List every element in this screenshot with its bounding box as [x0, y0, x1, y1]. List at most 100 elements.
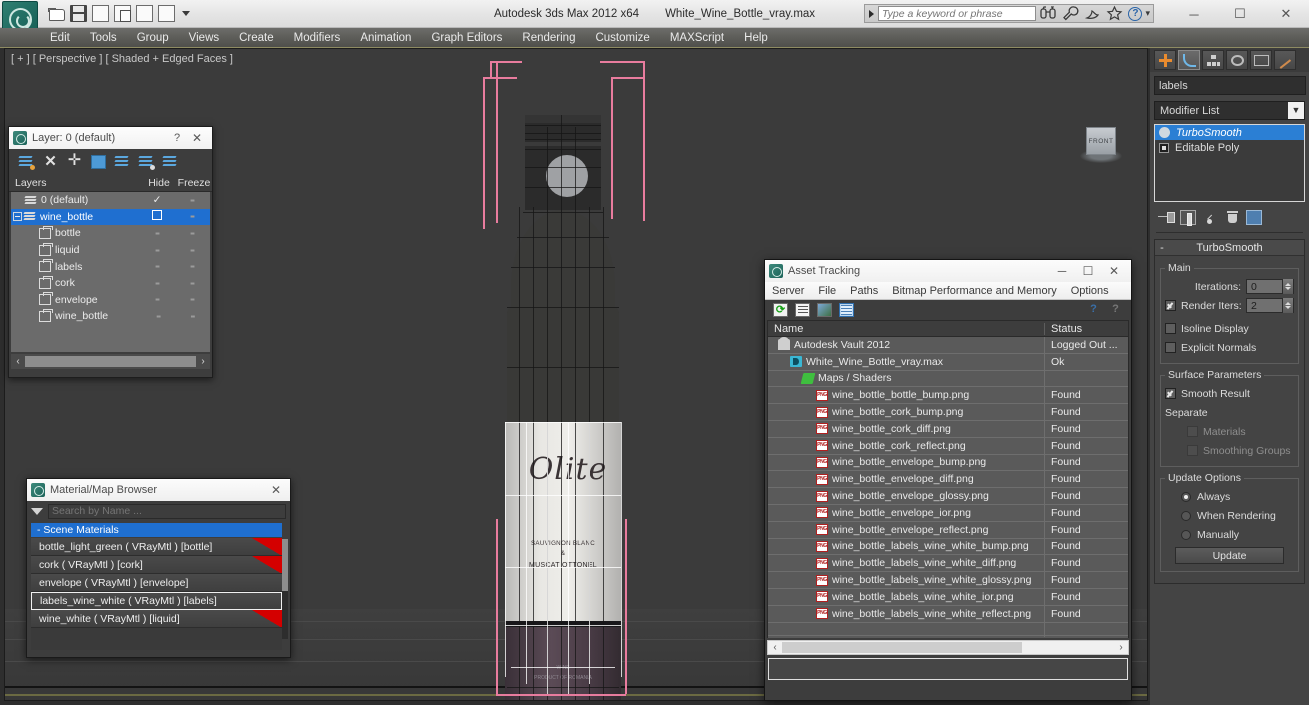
- material-vertical-scrollbar[interactable]: [282, 539, 288, 639]
- show-end-result-icon[interactable]: [1180, 209, 1196, 226]
- rollup-header[interactable]: - TurboSmooth: [1155, 240, 1304, 256]
- motion-tab[interactable]: [1226, 50, 1248, 70]
- menu-item-group[interactable]: Group: [127, 28, 179, 48]
- table-row[interactable]: Maps / Shaders: [768, 370, 1128, 388]
- scroll-left-icon[interactable]: ‹: [768, 642, 782, 653]
- window-controls[interactable]: ─ ☐ ✕: [1171, 0, 1309, 28]
- wrench-icon[interactable]: [1061, 5, 1080, 22]
- scroll-left-icon[interactable]: ‹: [11, 356, 25, 367]
- infocenter-search[interactable]: ? ▾: [864, 4, 1154, 23]
- asset-menu-options[interactable]: Options: [1064, 282, 1116, 300]
- layer-help-button[interactable]: ?: [168, 132, 186, 144]
- expand-collapse-icon[interactable]: [13, 212, 22, 222]
- material-search-input[interactable]: [48, 503, 286, 519]
- menu-item-tools[interactable]: Tools: [80, 28, 127, 48]
- material-list[interactable]: bottle_light_green ( VRayMtl ) [bottle] …: [31, 538, 282, 650]
- layer-freeze-dots[interactable]: ▪▪: [174, 295, 210, 304]
- modifier-stack-toolbar[interactable]: [1150, 206, 1309, 228]
- asset-col-status[interactable]: Status: [1045, 323, 1128, 335]
- rollup-collapse-icon[interactable]: -: [1155, 242, 1169, 254]
- smoothing-groups-row[interactable]: Smoothing Groups: [1165, 442, 1294, 459]
- table-row[interactable]: wine_bottle_envelope_diff.png Found: [768, 470, 1128, 489]
- maximize-button[interactable]: ☐: [1217, 0, 1263, 28]
- table-row[interactable]: wine_bottle_cork_reflect.png Found: [768, 437, 1128, 455]
- sub-object-icon[interactable]: [1159, 142, 1169, 153]
- materials-row[interactable]: Materials: [1165, 423, 1294, 440]
- context-help-icon[interactable]: ?: [1108, 303, 1123, 317]
- update-manually-radio[interactable]: [1181, 529, 1191, 540]
- scene-materials-group-header[interactable]: - Scene Materials: [31, 523, 282, 537]
- menu-item-customize[interactable]: Customize: [585, 28, 659, 48]
- table-row[interactable]: wine_bottle_envelope_ior.png Found: [768, 504, 1128, 522]
- select-highlight-icon[interactable]: [114, 155, 130, 169]
- update-always-row[interactable]: Always: [1165, 488, 1294, 505]
- table-row[interactable]: wine_bottle_labels_wine_white_diff.png F…: [768, 554, 1128, 573]
- material-list-item[interactable]: bottle_light_green ( VRayMtl ) [bottle]: [31, 538, 282, 556]
- select-objects-icon[interactable]: [91, 155, 106, 169]
- bitmap-view-icon[interactable]: [817, 303, 832, 317]
- scroll-thumb[interactable]: [25, 356, 196, 367]
- menu-item-help[interactable]: Help: [734, 28, 778, 48]
- command-panel-tabs[interactable]: [1150, 48, 1309, 72]
- table-row[interactable]: wine_bottle_envelope_bump.png Found: [768, 454, 1128, 472]
- help-icon[interactable]: ?: [1086, 303, 1101, 317]
- menu-item-views[interactable]: Views: [179, 28, 229, 48]
- asset-tracking-title-bar[interactable]: Asset Tracking ─ ☐ ✕: [765, 260, 1131, 282]
- asset-horizontal-scrollbar[interactable]: ‹ ›: [767, 640, 1129, 655]
- scroll-thumb[interactable]: [282, 539, 288, 591]
- turbosmooth-rollup[interactable]: - TurboSmooth Main Iterations: 0 Render …: [1154, 239, 1305, 584]
- help-dropdown-icon[interactable]: ▾: [1145, 8, 1150, 19]
- object-name-row[interactable]: [1150, 72, 1309, 99]
- update-when-rendering-radio[interactable]: [1181, 510, 1191, 521]
- table-row[interactable]: wine_bottle_cork_bump.png Found: [768, 403, 1128, 421]
- material-list-item-selected[interactable]: labels_wine_white ( VRayMtl ) [labels]: [31, 592, 282, 610]
- layer-row[interactable]: liquid ▪▪ ▪▪: [11, 242, 210, 259]
- new-layer-icon[interactable]: [18, 155, 35, 170]
- layer-horizontal-scrollbar[interactable]: ‹ ›: [11, 354, 210, 369]
- make-unique-icon[interactable]: [1202, 210, 1218, 225]
- select-layer-icon[interactable]: [162, 155, 178, 169]
- spinner-arrows-icon[interactable]: [1282, 279, 1293, 294]
- table-row[interactable]: wine_bottle_bottle_bump.png Found: [768, 386, 1128, 405]
- star-icon[interactable]: [1105, 5, 1124, 22]
- table-row[interactable]: wine_bottle_labels_wine_white_ior.png Fo…: [768, 588, 1128, 606]
- material-browser-title-bar[interactable]: Material/Map Browser ✕: [27, 479, 290, 501]
- menu-item-create[interactable]: Create: [229, 28, 284, 48]
- new-file-icon[interactable]: [158, 4, 175, 22]
- layer-hide-dots[interactable]: ▪▪: [140, 279, 174, 288]
- table-row[interactable]: wine_bottle_envelope_reflect.png Found: [768, 521, 1128, 539]
- layer-col-hide[interactable]: Hide: [142, 177, 176, 189]
- material-list-item[interactable]: cork ( VRayMtl ) [cork]: [31, 556, 282, 574]
- chevron-down-icon[interactable]: ▼: [1288, 102, 1304, 119]
- grid-view-icon[interactable]: [839, 303, 854, 317]
- layer-manager-dialog[interactable]: Layer: 0 (default) ? ✕ ✕ ✛ Layers Hide F…: [8, 126, 213, 378]
- render-iters-checkbox[interactable]: [1165, 300, 1176, 311]
- close-button[interactable]: ✕: [1263, 0, 1309, 28]
- update-button[interactable]: Update: [1175, 547, 1284, 564]
- material-list-item[interactable]: wine_white ( VRayMtl ) [liquid]: [31, 610, 282, 628]
- modifier-stack[interactable]: TurboSmooth Editable Poly: [1154, 124, 1305, 202]
- object-name-input[interactable]: [1154, 76, 1306, 95]
- modifier-list-dropdown[interactable]: Modifier List ▼: [1154, 101, 1305, 120]
- light-bulb-icon[interactable]: [1159, 127, 1170, 138]
- smooth-result-row[interactable]: Smooth Result: [1165, 385, 1294, 402]
- menu-item-maxscript[interactable]: MAXScript: [660, 28, 734, 48]
- menu-item-graph-editors[interactable]: Graph Editors: [421, 28, 512, 48]
- smoothing-groups-checkbox[interactable]: [1187, 445, 1198, 456]
- delete-layer-icon[interactable]: ✕: [43, 154, 58, 169]
- qat-dropdown-icon[interactable]: [182, 10, 190, 16]
- view-cube-face[interactable]: FRONT: [1086, 127, 1116, 155]
- smooth-result-checkbox[interactable]: [1165, 388, 1176, 399]
- render-iters-spinner[interactable]: 2: [1246, 298, 1294, 313]
- table-row[interactable]: White_Wine_Bottle_vray.max Ok: [768, 353, 1128, 371]
- refresh-icon[interactable]: ⟳: [773, 303, 788, 317]
- materials-checkbox[interactable]: [1187, 426, 1198, 437]
- update-when-rendering-row[interactable]: When Rendering: [1165, 507, 1294, 524]
- iterations-row[interactable]: Iterations: 0: [1165, 278, 1294, 295]
- layer-row[interactable]: envelope ▪▪ ▪▪: [11, 292, 210, 309]
- layer-row[interactable]: wine_bottle ▪▪ ▪▪: [11, 308, 210, 325]
- table-row[interactable]: wine_bottle_labels_wine_white_glossy.png…: [768, 571, 1128, 589]
- update-manually-row[interactable]: Manually: [1165, 526, 1294, 543]
- asset-close-button[interactable]: ✕: [1101, 264, 1127, 278]
- layer-freeze-dots[interactable]: ▪▪: [174, 246, 210, 255]
